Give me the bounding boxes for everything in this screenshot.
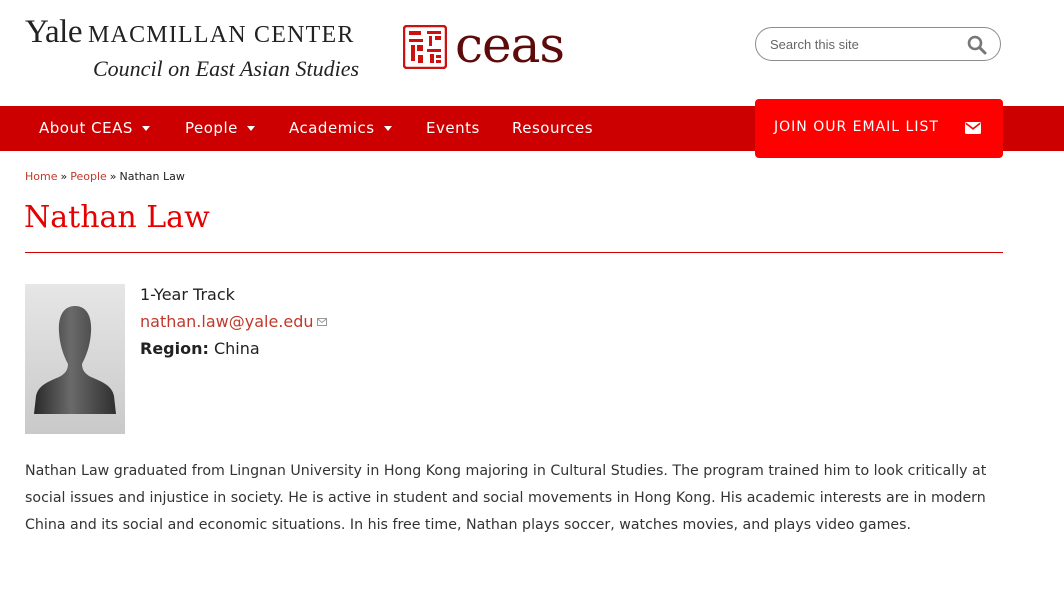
search-input[interactable] <box>770 34 960 54</box>
student-track: 1-Year Track <box>140 285 235 304</box>
yale-wordmark: Yale <box>25 14 83 50</box>
region-label: Region: <box>140 339 209 358</box>
search-icon[interactable] <box>967 35 987 55</box>
council-name[interactable]: Council on East Asian Studies <box>93 56 359 82</box>
nav-label-people: People <box>185 119 238 137</box>
caret-down-icon <box>383 126 392 131</box>
join-email-list-button[interactable]: JOIN OUR EMAIL LIST <box>755 99 1003 158</box>
bio-paragraph: Nathan Law graduated from Lingnan Univer… <box>25 463 987 533</box>
email-address: nathan.law@yale.edu <box>140 312 314 331</box>
nav-item-academics[interactable]: Academics <box>289 106 392 151</box>
chinese-seal-icon <box>403 25 447 69</box>
person-silhouette-icon <box>25 284 125 434</box>
title-divider <box>25 252 1003 253</box>
region-value: China <box>213 339 260 358</box>
site-header: Yale MACMILLAN CENTER Council on East Asi… <box>0 0 1064 106</box>
breadcrumb-current: Nathan Law <box>119 170 185 183</box>
nav-label-academics: Academics <box>289 119 375 137</box>
nav-label-about-ceas: About CEAS <box>39 119 133 137</box>
mail-icon <box>316 318 327 326</box>
breadcrumb-separator: » <box>60 170 68 183</box>
nav-item-people[interactable]: People <box>185 106 255 151</box>
search-box <box>755 27 1001 61</box>
email-link[interactable]: nathan.law@yale.edu <box>140 312 327 331</box>
page-title: Nathan Law <box>24 200 210 235</box>
nav-item-events[interactable]: Events <box>426 106 480 151</box>
breadcrumb: Home» People» Nathan Law <box>25 170 185 183</box>
nav-item-resources[interactable]: Resources <box>512 106 593 151</box>
breadcrumb-people[interactable]: People <box>70 170 107 183</box>
caret-down-icon <box>141 126 150 131</box>
nav-label-events: Events <box>426 119 480 137</box>
envelope-icon <box>965 122 981 134</box>
caret-down-icon <box>246 126 255 131</box>
breadcrumb-separator: » <box>109 170 117 183</box>
yale-macmillan-logo[interactable]: Yale MACMILLAN CENTER <box>25 14 355 51</box>
nav-label-resources: Resources <box>512 119 594 137</box>
join-email-list-label: JOIN OUR EMAIL LIST <box>774 119 939 135</box>
nav-item-about-ceas[interactable]: About CEAS <box>39 106 150 151</box>
breadcrumb-home[interactable]: Home <box>25 170 57 183</box>
region-row: Region: China <box>140 339 260 358</box>
macmillan-center-wordmark: MACMILLAN CENTER <box>88 22 355 48</box>
ceas-logo[interactable]: ceas <box>455 14 565 76</box>
